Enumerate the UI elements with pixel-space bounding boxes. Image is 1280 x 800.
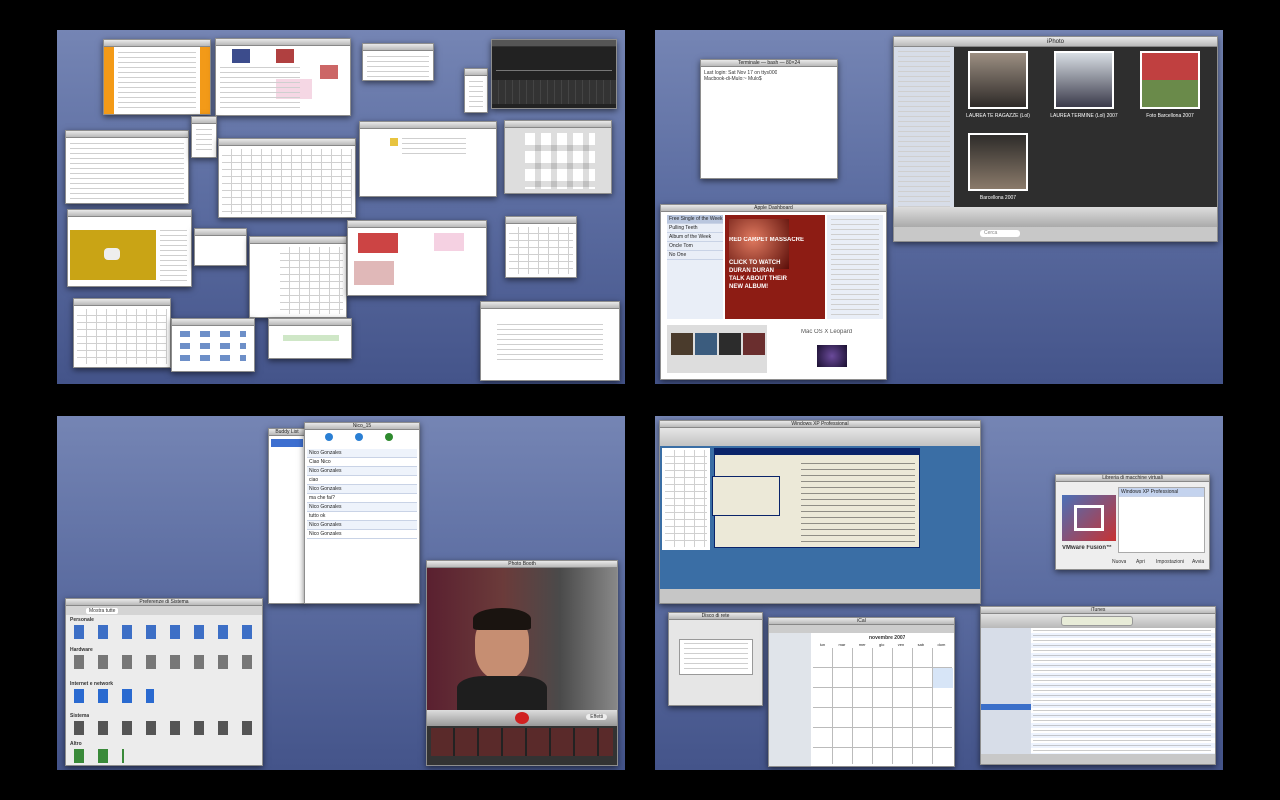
leopard-ad[interactable]: Mac OS X Leopard — [771, 325, 883, 373]
iphoto-search[interactable]: Cerca — [980, 230, 1020, 237]
prefs-showall-button[interactable]: Mostra tutte — [86, 608, 119, 614]
duran-duran-promo[interactable]: RED CARPET MASSACRE CLICK TO WATCH DURAN… — [725, 215, 825, 319]
window-tiny[interactable] — [191, 116, 217, 158]
promo-headline: RED CARPET MASSACRE — [729, 237, 805, 243]
ical-calendars[interactable] — [769, 633, 811, 766]
window-terminal[interactable]: Terminale — bash — 80×24 Last login: Sat… — [700, 59, 838, 179]
window-dialog[interactable] — [268, 318, 352, 359]
window-photo-booth[interactable]: Photo Booth Effetti — [426, 560, 618, 766]
effects-button[interactable]: Effetti — [586, 714, 607, 720]
buddy-title: Buddy List — [269, 429, 305, 436]
prefs-personal-icons[interactable] — [74, 625, 260, 639]
iphoto-title: iPhoto — [894, 37, 1217, 47]
fusion-title: Libreria di macchine virtuali — [1056, 475, 1209, 482]
iphoto-toolbar[interactable] — [894, 207, 1217, 227]
window-document[interactable] — [359, 121, 497, 197]
window-chat[interactable]: Nico_15 Nico Gonzales Ciao Nico Nico Gon… — [304, 422, 420, 604]
window-buddy-list[interactable]: Buddy List — [268, 428, 306, 604]
chat-title: Nico_15 — [305, 423, 419, 430]
prefs-hardware-icons[interactable] — [74, 655, 260, 669]
window-finder-list[interactable] — [249, 236, 347, 318]
photobooth-filmstrip[interactable] — [431, 728, 613, 756]
window-vmware-windows[interactable]: Windows XP Professional — [659, 420, 981, 604]
window-browser-news[interactable] — [215, 38, 351, 116]
dashboard-right-column — [827, 215, 883, 319]
prefs-title: Preferenze di Sistema — [66, 599, 262, 606]
photo-1[interactable] — [968, 51, 1028, 109]
window-icons[interactable] — [171, 318, 255, 372]
ical-title: iCal — [769, 618, 954, 625]
window-youtube[interactable] — [67, 209, 192, 287]
window-small-note[interactable] — [362, 43, 434, 81]
photo-2[interactable] — [1054, 51, 1114, 109]
camera-preview — [427, 568, 617, 716]
disk-title: Disco di rete — [669, 613, 762, 620]
window-spreadsheet[interactable] — [218, 138, 356, 218]
vmware-fusion-logo — [1062, 495, 1116, 541]
vmware-toolbar[interactable] — [660, 428, 980, 446]
itunes-lcd — [1061, 616, 1133, 626]
window-table[interactable] — [505, 216, 577, 278]
iphoto-statusbar: Cerca — [894, 227, 1217, 241]
window-system-preferences[interactable]: Preferenze di Sistema Mostra tutte Perso… — [65, 598, 263, 766]
window-dark-editor[interactable] — [491, 39, 617, 109]
vmware-statusbar — [660, 589, 980, 603]
fusion-open-button[interactable]: Apri — [1136, 559, 1145, 565]
window-text-page[interactable] — [480, 301, 620, 381]
fusion-new-button[interactable]: Nuova — [1112, 559, 1126, 565]
space-1[interactable] — [57, 30, 625, 384]
prefs-internet-icons[interactable] — [74, 689, 154, 703]
space-2[interactable]: Terminale — bash — 80×24 Last login: Sat… — [655, 30, 1223, 384]
ical-month-grid[interactable] — [813, 648, 953, 764]
itunes-strip[interactable] — [667, 325, 767, 373]
fusion-brand: VMware Fusion™ — [1062, 545, 1113, 551]
window-mail[interactable] — [73, 298, 171, 368]
window-dashboard-web[interactable]: Apple Dashboard Free Single of the Week … — [660, 204, 887, 380]
iphoto-source-list[interactable] — [894, 47, 954, 227]
photo-3[interactable] — [1140, 51, 1200, 109]
camera-shutter-icon[interactable] — [515, 712, 529, 724]
window-itunes[interactable]: iTunes — [980, 606, 1216, 765]
photobooth-title: Photo Booth — [427, 561, 617, 568]
itunes-toolbar[interactable] — [981, 614, 1215, 628]
chat-transcript: Nico Gonzales Ciao Nico Nico Gonzales ci… — [307, 449, 417, 593]
itunes-statusbar — [981, 754, 1215, 764]
window-narrow[interactable] — [464, 68, 488, 113]
photo-4[interactable] — [968, 133, 1028, 191]
vm-list[interactable]: Windows XP Professional — [1118, 487, 1205, 553]
itunes-sidebar[interactable] — [981, 628, 1031, 754]
prefs-toolbar: Mostra tutte — [66, 606, 262, 615]
window-browser-orange[interactable] — [103, 39, 211, 115]
vmware-title: Windows XP Professional — [660, 421, 980, 428]
dashboard-title: Apple Dashboard — [661, 205, 886, 212]
window-iphoto[interactable]: iPhoto LAUREA TE RAGAZZE (Lol) LAUREA TE… — [893, 36, 1218, 242]
fusion-start-button[interactable]: Avvia — [1192, 559, 1204, 565]
window-ical[interactable]: iCal novembre 2007 lun mar mer gio ven sab dom — [768, 617, 955, 767]
itunes-title: iTunes — [981, 607, 1215, 614]
window-photo-site[interactable] — [347, 220, 487, 296]
space-3[interactable]: Buddy List Nico_15 Nico Gonzales Ciao Ni… — [57, 416, 625, 770]
window-vmware-library[interactable]: Libreria di macchine virtuali VMware Fus… — [1055, 474, 1210, 570]
windows-desktop — [660, 446, 980, 589]
space-4[interactable]: Windows XP Professional Libreria di macc… — [655, 416, 1223, 770]
window-code[interactable] — [65, 130, 189, 204]
terminal-line-2: Macbook-di-Mulo:~ Mulo$ — [704, 76, 762, 82]
terminal-title: Terminale — bash — 80×24 — [701, 60, 837, 67]
fusion-settings-button[interactable]: Impostazioni — [1156, 559, 1184, 565]
window-disk[interactable]: Disco di rete — [668, 612, 763, 706]
photobooth-controls: Effetti — [427, 710, 617, 726]
prefs-system-icons[interactable] — [74, 721, 260, 735]
promo-text: CLICK TO WATCH DURAN DURAN TALK ABOUT TH… — [729, 260, 787, 290]
itunes-track-list[interactable] — [1031, 628, 1215, 754]
window-finder-icons[interactable] — [504, 120, 612, 194]
window-blank[interactable] — [194, 228, 247, 266]
dashboard-left-column: Free Single of the Week Pulling Teeth Al… — [667, 215, 723, 319]
ical-month: novembre 2007 — [869, 635, 906, 641]
prefs-other-icons[interactable] — [74, 749, 124, 763]
